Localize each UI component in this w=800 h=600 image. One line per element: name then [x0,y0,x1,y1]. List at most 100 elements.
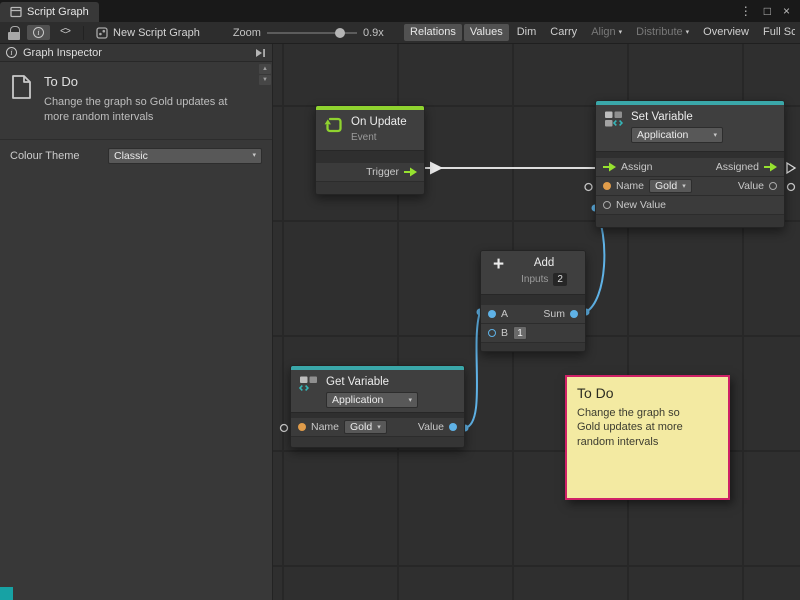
zoom-slider[interactable] [267,32,357,34]
flow-arrow-icon [430,162,443,175]
inspector-todo-body: Change the graph so Gold updates at more… [44,95,227,125]
node-subtitle: Event [351,132,407,144]
script-graph-icon [10,6,22,18]
toolbar-separator [83,26,84,40]
unity-window: Script Graph ⋮ □ × i <> New Script Graph… [0,0,800,600]
flow-out-icon[interactable] [764,162,777,172]
variable-scope-dropdown[interactable]: Application ▾ [326,392,418,408]
lock-icon[interactable] [8,26,20,40]
menu-icon[interactable]: ⋮ [740,5,752,17]
node-title: Get Variable [326,375,418,389]
dock-icon[interactable] [255,48,266,58]
inputs-count-badge: 2 [553,273,567,286]
scroll-down-icon[interactable]: ▼ [259,75,271,85]
flow-out-icon[interactable] [404,167,417,177]
inspector-todo-title: To Do [44,74,227,89]
node-footer [596,215,784,227]
window-controls: ⋮ □ × [740,0,800,22]
variable-name-dropdown[interactable]: Gold ▾ [649,179,692,193]
new-script-graph-label: New Script Graph [113,27,200,39]
node-add[interactable]: + Add Inputs 2 A Sum [480,250,586,352]
name-port-label: Name [311,421,339,433]
port-row-name-value: Name Gold ▾ Value [291,418,464,437]
colour-theme-dropdown[interactable]: Classic ▾ [108,148,262,164]
close-icon[interactable]: × [783,5,790,17]
node-on-update[interactable]: On Update Event Trigger [315,105,425,195]
sticky-note[interactable]: To Do Change the graph so Gold updates a… [565,375,730,500]
graph-asset-icon [96,27,108,39]
string-port-dot[interactable] [603,182,611,190]
node-get-variable[interactable]: Get Variable Application ▾ Name Gold ▾ [290,365,465,448]
inspector-title: Graph Inspector [23,47,102,59]
b-port-dot[interactable] [488,329,496,337]
distribute-dropdown[interactable]: Distribute ▾ [630,24,695,41]
inspector-toggle-button[interactable]: i [27,25,50,40]
note-icon [10,74,33,125]
node-title: On Update [351,115,407,129]
value-port-dot[interactable] [769,182,777,190]
overview-button[interactable]: Overview [697,24,755,41]
fullscreen-button[interactable]: Full Screen [757,24,795,41]
chevron-down-icon: ▾ [713,132,717,139]
info-icon: i [33,27,44,38]
relations-toggle[interactable]: Relations [404,24,462,41]
variable-icon [299,375,319,393]
port-row-trigger: Trigger [316,163,424,182]
port-row-assign: Assign Assigned [596,158,784,177]
node-title: Set Variable [631,110,723,124]
port-row-new-value: New Value [596,196,784,215]
zoom-label: Zoom [233,27,261,39]
variable-icon [604,110,624,128]
zoom-value: 0.9x [363,27,384,39]
trigger-port-label: Trigger [366,166,399,178]
a-port-dot[interactable] [488,310,496,318]
dim-toggle[interactable]: Dim [511,24,543,41]
assign-port-label: Assign [621,161,653,173]
graph-inspector-panel: i Graph Inspector ▲ ▼ To Do Chan [0,44,273,600]
flow-in-icon[interactable] [603,162,616,172]
port-row-a-sum: A Sum [481,305,585,324]
chevron-down-icon: ▾ [682,183,686,190]
carry-toggle[interactable]: Carry [544,24,583,41]
port-row-b: B 1 [481,324,585,343]
value-wire-getvalue-to-a[interactable] [465,312,480,428]
maximize-icon[interactable]: □ [764,5,771,17]
name-input-port[interactable] [585,184,592,191]
node-subtitle: Inputs [521,274,548,286]
sum-port-dot[interactable] [570,310,578,318]
node-set-variable[interactable]: Set Variable Application ▾ Assign [595,100,785,228]
value-output-port[interactable] [788,184,795,191]
assigned-output-port[interactable] [787,163,795,173]
chevron-down-icon: ▾ [619,29,623,36]
sum-port-label: Sum [543,308,565,320]
node-title: Add [534,256,554,270]
name-port-label: Name [616,180,644,192]
scroll-up-icon[interactable]: ▲ [259,64,271,74]
variable-scope-dropdown[interactable]: Application ▾ [631,127,723,143]
zoom-slider-handle[interactable] [335,28,345,38]
toggle-group: Relations Values Dim Carry Align ▾ Distr… [404,24,795,41]
main-area: i Graph Inspector ▲ ▼ To Do Chan [0,44,800,600]
chevron-down-icon: ▾ [408,397,412,404]
new-script-graph-button[interactable]: New Script Graph [91,25,205,41]
code-view-button[interactable]: <> [54,24,76,41]
new-value-port-label: New Value [616,199,666,211]
info-icon: i [6,47,17,58]
graph-canvas[interactable]: On Update Event Trigger [273,44,800,600]
inspector-header: i Graph Inspector [0,44,272,62]
tab-script-graph[interactable]: Script Graph [0,2,99,22]
inspector-todo-section: To Do Change the graph so Gold updates a… [0,62,272,140]
name-input-port[interactable] [281,425,288,432]
b-value-input[interactable]: 1 [513,326,527,340]
variable-scope-value: Application [637,129,688,141]
corner-accent [0,587,13,600]
align-dropdown[interactable]: Align ▾ [585,24,628,41]
chevron-down-icon: ▾ [377,424,381,431]
colour-theme-row: Colour Theme Classic ▾ [0,140,272,172]
variable-name-dropdown[interactable]: Gold ▾ [344,420,387,434]
value-port-dot[interactable] [449,423,457,431]
string-port-dot[interactable] [298,423,306,431]
values-toggle[interactable]: Values [464,24,509,41]
zoom-group: Zoom 0.9x [233,27,384,39]
new-value-port-dot[interactable] [603,201,611,209]
